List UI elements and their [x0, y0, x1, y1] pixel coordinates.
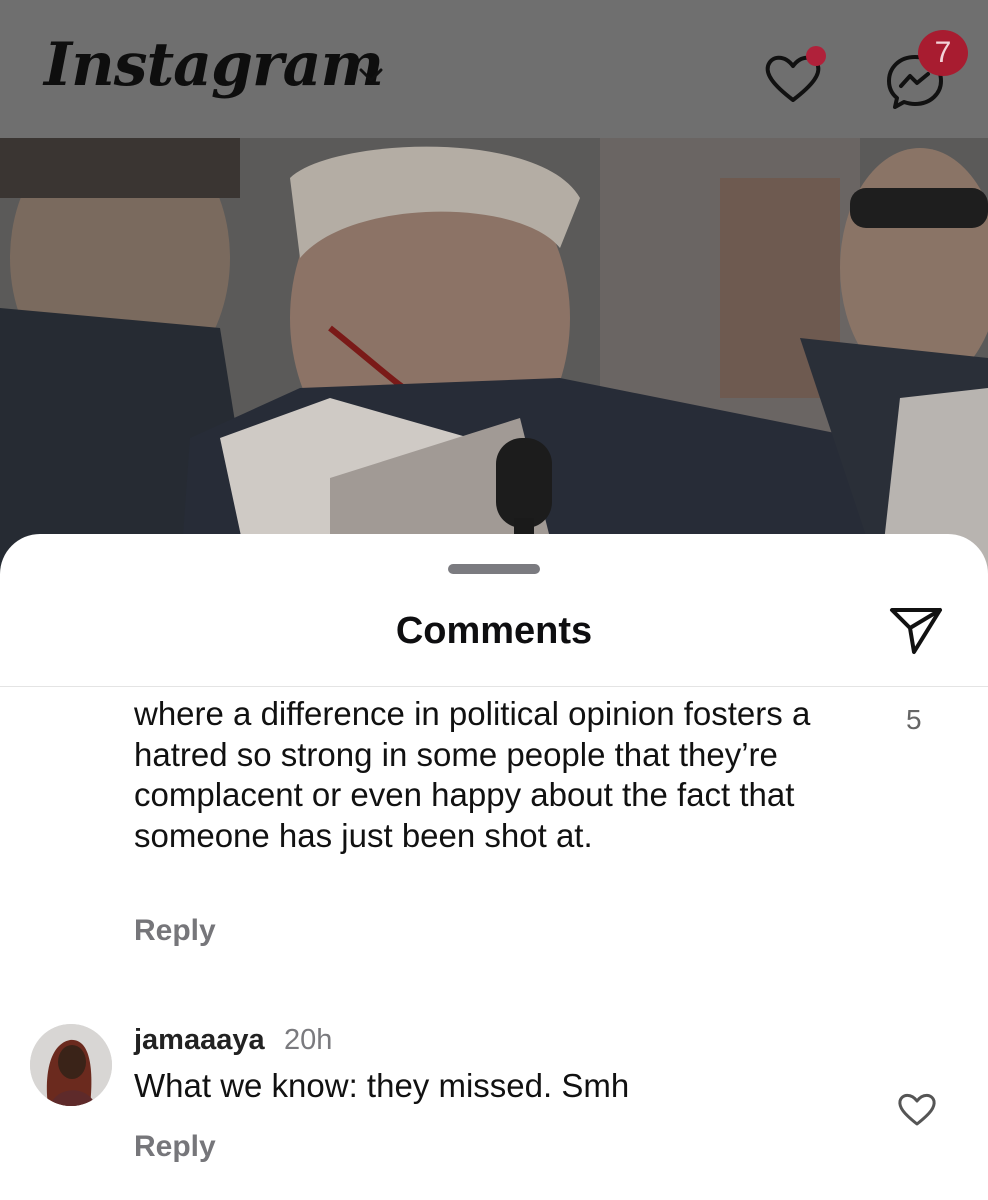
reply-button[interactable]: Reply	[134, 914, 216, 948]
comment-time: 20h	[284, 1024, 333, 1056]
sheet-title: Comments	[395, 610, 593, 652]
drag-handle[interactable]	[448, 564, 540, 574]
comment-text: What we know: they missed. Smh	[134, 1067, 630, 1104]
app-header: Instagram 7	[0, 0, 988, 138]
paper-plane-icon[interactable]	[886, 602, 946, 658]
comment-text: where a difference in political opinion …	[134, 695, 811, 854]
heart-icon[interactable]	[896, 1090, 938, 1128]
sheet-divider	[0, 686, 988, 687]
comment-username[interactable]: jamaaaya	[134, 1024, 265, 1057]
messages-badge: 7	[918, 30, 968, 76]
instagram-logo[interactable]: Instagram	[44, 30, 384, 100]
avatar[interactable]	[30, 1024, 112, 1106]
comments-sheet: Comments where a difference in political…	[0, 534, 988, 1200]
like-count: 5	[906, 704, 922, 735]
chevron-down-icon[interactable]	[358, 66, 384, 84]
post-photo	[0, 138, 988, 578]
notification-dot	[806, 46, 826, 66]
reply-button[interactable]: Reply	[134, 1130, 216, 1164]
